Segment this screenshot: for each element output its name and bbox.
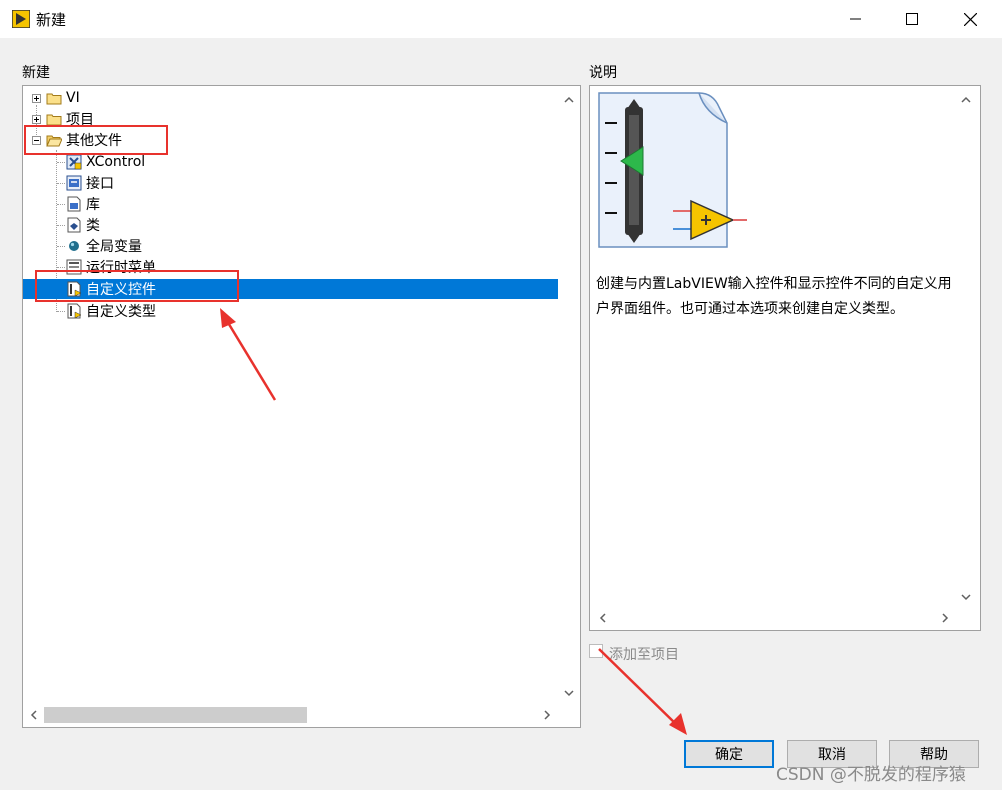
annotation-arrow — [220, 308, 277, 401]
ok-button-label: 确定 — [715, 747, 743, 763]
annotation-box — [35, 270, 239, 302]
chevron-up-icon — [961, 96, 971, 103]
folder-icon — [46, 93, 62, 105]
maximize-button[interactable] — [887, 0, 937, 38]
scroll-left-arrow[interactable] — [594, 610, 610, 626]
tree-connector — [57, 246, 65, 247]
tree-connector — [57, 311, 65, 312]
watermark: CSDN @不脱发的程序猿 — [776, 765, 966, 785]
tree-item-custom-type[interactable]: 自定义类型 — [66, 301, 156, 321]
chevron-up-icon — [564, 96, 574, 103]
scroll-down-arrow[interactable] — [958, 589, 974, 605]
scroll-up-arrow[interactable] — [561, 91, 577, 107]
scroll-up-arrow[interactable] — [958, 91, 974, 107]
expand-toggle[interactable] — [32, 94, 41, 103]
annotation-arrow — [598, 648, 687, 735]
tree-item-global-variable[interactable]: 全局变量 — [66, 236, 142, 256]
tree-item-label: 全局变量 — [86, 239, 142, 255]
custom-control-preview-image — [598, 92, 747, 248]
minimize-button[interactable] — [831, 0, 881, 38]
close-button[interactable] — [945, 0, 995, 38]
tree-item-library[interactable]: 库 — [66, 194, 100, 214]
chevron-right-icon — [941, 613, 948, 623]
tree-item-label: 接口 — [86, 176, 114, 192]
chevron-down-icon — [961, 593, 971, 600]
title-bar: 新建 — [0, 0, 1002, 38]
ok-button[interactable]: 确定 — [684, 740, 774, 768]
tree-item-class[interactable]: 类 — [66, 215, 100, 235]
tree-item-label: XControl — [86, 154, 146, 170]
xcontrol-icon — [66, 154, 82, 170]
minimize-icon — [850, 18, 861, 20]
window-title: 新建 — [36, 11, 67, 29]
global-variable-icon — [69, 241, 79, 251]
tree-connector — [57, 225, 65, 226]
chevron-right-icon — [543, 710, 550, 720]
chevron-down-icon — [564, 689, 574, 696]
tree-item-label: 类 — [86, 218, 100, 234]
labview-app-icon — [12, 10, 30, 28]
tree-item-interface[interactable]: 接口 — [66, 173, 114, 193]
scroll-right-arrow[interactable] — [539, 707, 555, 723]
class-icon — [67, 217, 81, 233]
scroll-left-arrow[interactable] — [25, 707, 41, 723]
tree-item-xcontrol[interactable]: XControl — [66, 152, 145, 172]
chevron-left-icon — [30, 710, 37, 720]
horizontal-scroll-thumb[interactable] — [44, 707, 307, 723]
maximize-icon — [906, 13, 918, 25]
description-panel-label: 说明 — [589, 65, 617, 81]
close-icon — [963, 12, 977, 26]
tree-item-label: 自定义类型 — [86, 304, 156, 320]
tree-connector — [57, 204, 65, 205]
tree-panel-label: 新建 — [22, 65, 50, 81]
interface-icon — [66, 175, 82, 191]
library-icon — [67, 196, 81, 212]
annotation-box — [24, 125, 168, 155]
tree-item-label: VI — [66, 90, 80, 106]
scroll-right-arrow[interactable] — [937, 610, 953, 626]
tree-connector — [57, 183, 65, 184]
chevron-left-icon — [599, 613, 606, 623]
custom-type-icon — [67, 303, 82, 319]
scroll-down-arrow[interactable] — [561, 685, 577, 701]
tree-item-vi[interactable]: VI — [46, 88, 80, 108]
tree-connector — [57, 162, 65, 163]
expand-toggle[interactable] — [32, 115, 41, 124]
tree-connector — [57, 267, 65, 268]
description-text: 创建与内置LabVIEW输入控件和显示控件不同的自定义用户界面组件。也可通过本选… — [596, 276, 952, 317]
tree-item-label: 库 — [86, 197, 100, 213]
